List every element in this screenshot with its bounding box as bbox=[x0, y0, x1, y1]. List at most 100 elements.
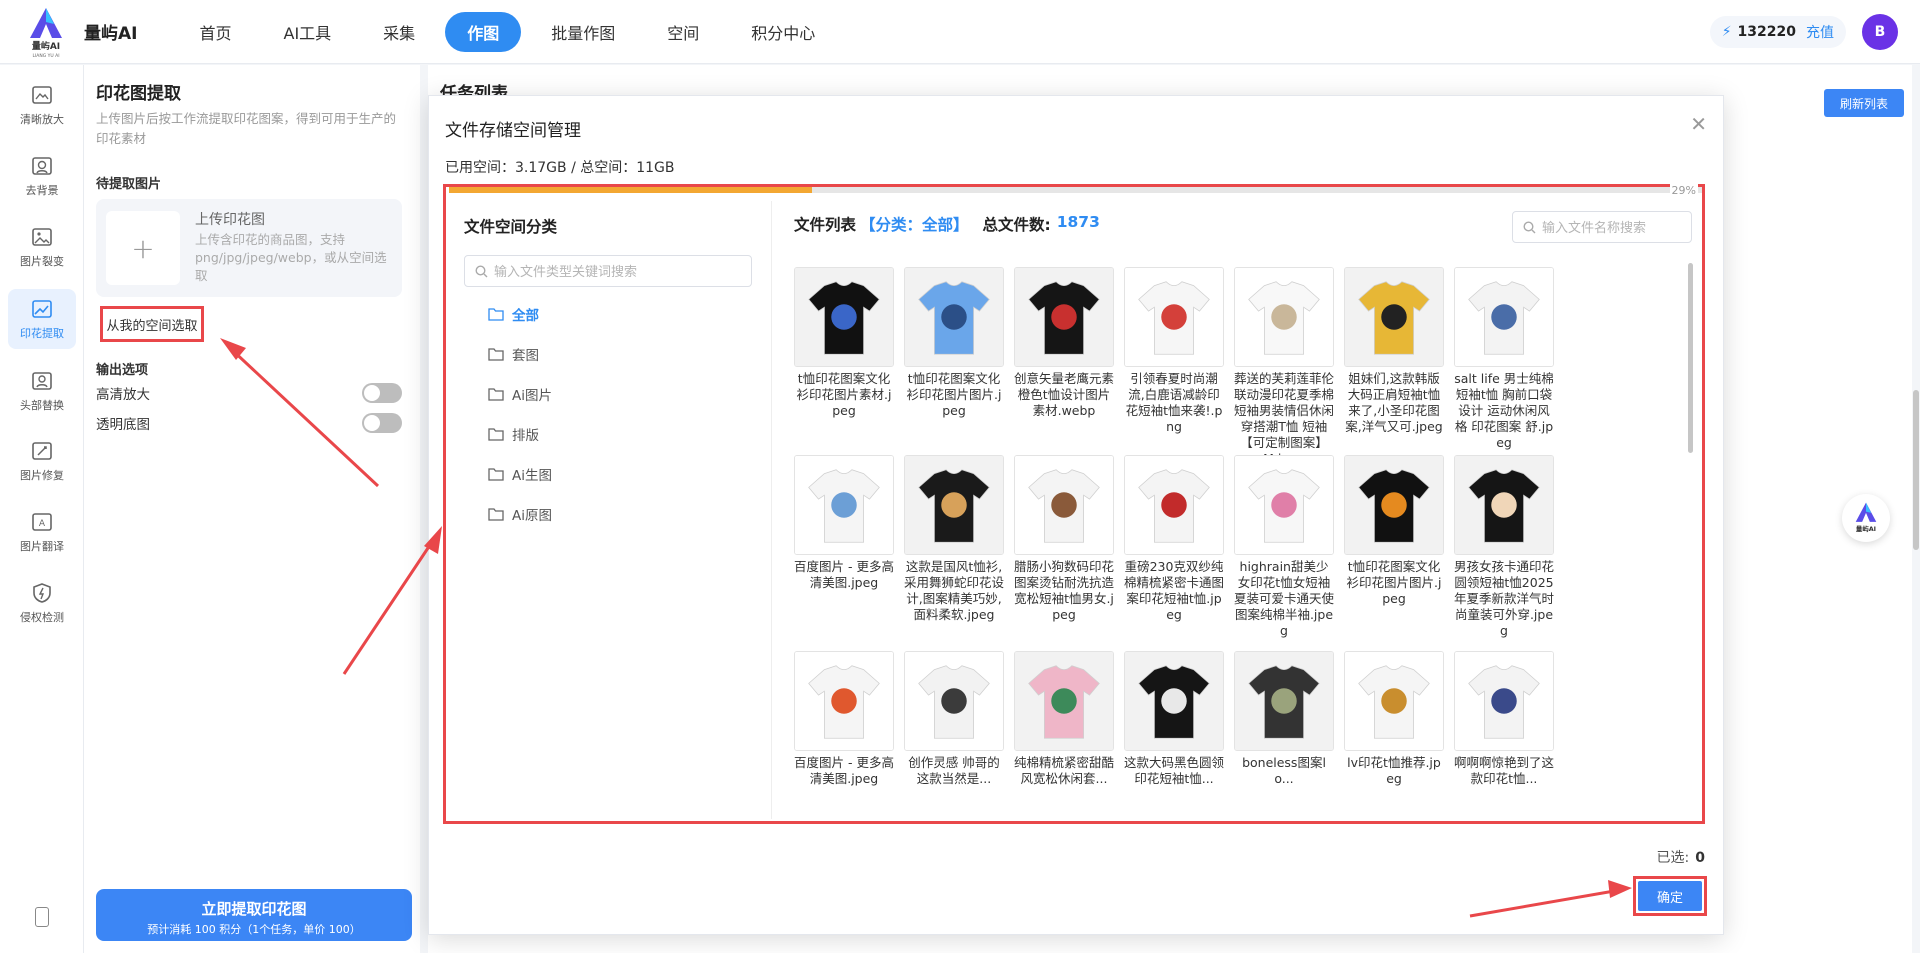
file-thumbnail[interactable] bbox=[1014, 455, 1114, 555]
file-card[interactable]: 创作灵感 帅哥的这款当然是... bbox=[904, 651, 1004, 787]
file-name: 创意矢量老鹰元素橙色t恤设计图片素材.webp bbox=[1014, 371, 1115, 418]
file-card[interactable]: boneless图案lo... bbox=[1234, 651, 1334, 787]
storage-progress-bar: 29% bbox=[449, 184, 1702, 197]
transparent-bg-toggle[interactable] bbox=[362, 413, 402, 433]
file-card[interactable]: 姐妹们,这款韩版大码正肩短袖t恤来了,小圣印花图案,洋气又可.jpeg bbox=[1344, 267, 1444, 435]
hd-enlarge-toggle[interactable] bbox=[362, 383, 402, 403]
file-storage-modal: 文件存储空间管理 ✕ 已用空间：3.17GB / 总空间：11GB 29% 文件… bbox=[428, 95, 1724, 935]
file-thumbnail[interactable] bbox=[794, 267, 894, 367]
folder-icon bbox=[488, 308, 504, 321]
file-card[interactable]: t恤印花图案文化衫印花图片图片.jpeg bbox=[1344, 455, 1444, 607]
nav-ai-tools[interactable]: AI工具 bbox=[262, 12, 354, 52]
file-list-scrollbar[interactable] bbox=[1688, 263, 1693, 453]
file-card[interactable]: 腊肠小狗数码印花图案烫钻耐洗抗造宽松短袖t恤男女.jpeg bbox=[1014, 455, 1114, 623]
tshirt-image bbox=[905, 456, 1003, 554]
category-label: Ai原图 bbox=[512, 508, 552, 524]
file-card[interactable]: lv印花t恤推荐.jpeg bbox=[1344, 651, 1444, 787]
rail-item-infringement-check[interactable]: 侵权检测 bbox=[8, 573, 76, 633]
file-thumbnail[interactable] bbox=[904, 267, 1004, 367]
file-card[interactable]: 百度图片 - 更多高清美图.jpeg bbox=[794, 651, 894, 787]
user-avatar[interactable]: B bbox=[1862, 14, 1898, 50]
rail-item-image-fission[interactable]: 图片裂变 bbox=[8, 217, 76, 277]
category-item[interactable]: 排版 bbox=[488, 424, 539, 444]
phone-icon[interactable] bbox=[35, 907, 49, 927]
close-icon[interactable]: ✕ bbox=[1690, 112, 1707, 136]
file-card[interactable]: 啊啊啊惊艳到了这款印花t恤... bbox=[1454, 651, 1554, 787]
file-name: 重磅230克双纱纯棉精梳紧密卡通图案印花短袖t恤.jpeg bbox=[1124, 559, 1225, 622]
file-card[interactable]: 葬送的芙莉莲菲伦联动漫印花夏季棉短袖男装情侣休闲穿搭潮T恤 短袖【可定制图案】 … bbox=[1234, 267, 1334, 467]
file-thumbnail[interactable] bbox=[1014, 267, 1114, 367]
file-thumbnail[interactable] bbox=[1344, 651, 1444, 751]
select-from-space-button[interactable]: 从我的空间选取 bbox=[100, 306, 204, 342]
file-search-input[interactable] bbox=[1542, 219, 1682, 235]
nav-space[interactable]: 空间 bbox=[645, 12, 721, 52]
file-card[interactable]: t恤印花图案文化衫印花图片素材.jpeg bbox=[794, 267, 894, 419]
file-card[interactable]: 创意矢量老鹰元素橙色t恤设计图片素材.webp bbox=[1014, 267, 1114, 419]
file-card[interactable]: 重磅230克双纱纯棉精梳紧密卡通图案印花短袖t恤.jpeg bbox=[1124, 455, 1224, 623]
page-scrollbar-thumb[interactable] bbox=[1913, 390, 1919, 550]
category-search[interactable] bbox=[464, 255, 752, 287]
file-thumbnail[interactable] bbox=[1234, 455, 1334, 555]
file-thumbnail[interactable] bbox=[1014, 651, 1114, 751]
category-item[interactable]: Ai生图 bbox=[488, 464, 552, 484]
confirm-button[interactable]: 确定 bbox=[1638, 881, 1702, 911]
brand-logo[interactable]: 量屿AI LIANG YU AI bbox=[22, 4, 70, 60]
nav-design[interactable]: 作图 bbox=[445, 11, 522, 52]
file-name: 啊啊啊惊艳到了这款印花t恤... bbox=[1454, 755, 1555, 786]
category-item[interactable]: 套图 bbox=[488, 344, 539, 364]
refresh-list-button[interactable]: 刷新列表 bbox=[1824, 89, 1904, 117]
file-card[interactable]: t恤印花图案文化衫印花图片图片.jpeg bbox=[904, 267, 1004, 419]
file-thumbnail[interactable] bbox=[1124, 267, 1224, 367]
file-thumbnail[interactable] bbox=[794, 651, 894, 751]
file-card[interactable]: 这款大码黑色圆领印花短袖t恤... bbox=[1124, 651, 1224, 787]
rail-item-print-extract[interactable]: 印花提取 bbox=[8, 289, 76, 349]
file-thumbnail[interactable] bbox=[1454, 267, 1554, 367]
category-search-input[interactable] bbox=[494, 263, 734, 279]
file-thumbnail[interactable] bbox=[1124, 455, 1224, 555]
file-thumbnail[interactable] bbox=[1454, 651, 1554, 751]
file-thumbnail[interactable] bbox=[904, 651, 1004, 751]
nav-home[interactable]: 首页 bbox=[177, 12, 253, 52]
file-card[interactable]: 男孩女孩卡通印花圆领短袖t恤2025年夏季新款洋气时尚童装可外穿.jpeg bbox=[1454, 455, 1554, 639]
file-search[interactable] bbox=[1512, 211, 1692, 243]
file-thumbnail[interactable] bbox=[1234, 651, 1334, 751]
file-name: 姐妹们,这款韩版大码正肩短袖t恤来了,小圣印花图案,洋气又可.jpeg bbox=[1345, 371, 1443, 434]
option-hd-enlarge: 高清放大 bbox=[96, 383, 402, 403]
file-card[interactable]: salt life 男士纯棉短袖t恤 胸前口袋设计 运动休闲风格 印花图案 舒.… bbox=[1454, 267, 1554, 451]
nav-batch-design[interactable]: 批量作图 bbox=[529, 12, 637, 52]
nav-collect[interactable]: 采集 bbox=[361, 12, 437, 52]
file-thumbnail[interactable] bbox=[1234, 267, 1334, 367]
selected-count: 已选: 0 bbox=[1657, 847, 1705, 867]
file-thumbnail[interactable] bbox=[1454, 455, 1554, 555]
rail-item-head-swap[interactable]: 头部替换 bbox=[8, 361, 76, 421]
tshirt-image bbox=[905, 268, 1003, 366]
file-thumbnail[interactable] bbox=[1124, 651, 1224, 751]
nav-points-center[interactable]: 积分中心 bbox=[729, 12, 837, 52]
extract-submit-button[interactable]: 立即提取印花图 预计消耗 100 积分（1个任务，单价 100） bbox=[96, 889, 412, 941]
folder-icon bbox=[488, 348, 504, 361]
tshirt-image bbox=[1345, 652, 1443, 750]
upload-area[interactable]: + 上传印花图 上传含印花的商品图，支持png/jpg/jpeg/webp，或从… bbox=[96, 199, 402, 297]
file-thumbnail[interactable] bbox=[1344, 267, 1444, 367]
file-thumbnail[interactable] bbox=[794, 455, 894, 555]
rail-item-image-repair[interactable]: 图片修复 bbox=[8, 431, 76, 491]
head-swap-icon bbox=[32, 372, 52, 390]
category-item[interactable]: 全部 bbox=[488, 304, 539, 324]
rail-item-enlarge[interactable]: 清晰放大 bbox=[8, 75, 76, 135]
file-card[interactable]: 这款是国风t恤衫,采用舞狮蛇印花设计,图案精美巧妙,面料柔软.jpeg bbox=[904, 455, 1004, 623]
print-extract-icon bbox=[32, 300, 52, 318]
file-card[interactable]: highrain甜美少女印花t恤女短袖夏装可爱卡通天使图案纯棉半袖.jpeg bbox=[1234, 455, 1334, 639]
recharge-link[interactable]: 充值 bbox=[1806, 22, 1834, 42]
file-thumbnail[interactable] bbox=[904, 455, 1004, 555]
rail-label: 清晰放大 bbox=[20, 113, 64, 126]
file-card[interactable]: 引领春夏时尚潮流,白鹿语减龄印花短袖t恤来袭!.png bbox=[1124, 267, 1224, 435]
file-thumbnail[interactable] bbox=[1344, 455, 1444, 555]
category-item[interactable]: Ai图片 bbox=[488, 384, 552, 404]
rail-item-remove-bg[interactable]: 去背景 bbox=[8, 146, 76, 206]
category-item[interactable]: Ai原图 bbox=[488, 504, 552, 524]
file-card[interactable]: 纯棉精梳紧密甜酷风宽松休闲套... bbox=[1014, 651, 1114, 787]
file-card[interactable]: 百度图片 - 更多高清美图.jpeg bbox=[794, 455, 894, 591]
rail-item-image-translate[interactable]: A 图片翻译 bbox=[8, 502, 76, 562]
floating-assistant-icon[interactable]: 量屿AI bbox=[1842, 494, 1890, 542]
plus-icon[interactable]: + bbox=[106, 211, 180, 285]
